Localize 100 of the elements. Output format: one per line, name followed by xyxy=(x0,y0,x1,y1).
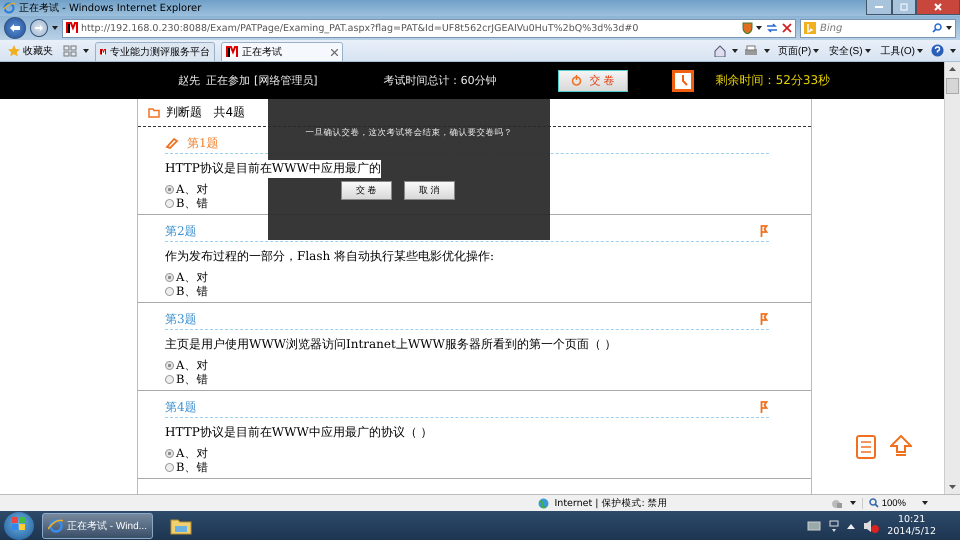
caret-icon xyxy=(83,48,89,52)
back-button[interactable] xyxy=(4,17,26,39)
tab-grid-icon[interactable] xyxy=(63,44,77,56)
power-icon xyxy=(570,75,582,86)
minimize-button[interactable] xyxy=(866,0,892,15)
caret-icon xyxy=(52,26,58,30)
tray-expand-icon[interactable] xyxy=(847,522,856,528)
menu-button[interactable]: 页面(P) xyxy=(776,44,822,58)
browser-icon xyxy=(48,518,63,534)
radio-button[interactable] xyxy=(165,272,174,282)
home-icon[interactable] xyxy=(714,44,726,56)
caret-icon xyxy=(950,48,956,52)
browser-tab[interactable]: 正在考试 xyxy=(221,42,343,61)
radio-button[interactable] xyxy=(165,286,174,296)
radio-button[interactable] xyxy=(165,360,174,370)
radio-button[interactable] xyxy=(165,462,174,472)
answer-option[interactable]: A、对 xyxy=(165,182,208,196)
answer-option[interactable]: A、对 xyxy=(165,270,208,284)
radio-button[interactable] xyxy=(165,374,174,384)
restore-icon xyxy=(900,3,908,11)
flag-icon[interactable] xyxy=(760,401,769,413)
answer-option[interactable]: A、对 xyxy=(165,358,208,372)
question-number: 第1题 xyxy=(187,134,219,152)
radio-button[interactable] xyxy=(165,198,174,208)
question-number: 第2题 xyxy=(165,222,197,240)
star-icon xyxy=(8,44,20,56)
back-arrow-icon xyxy=(10,24,20,32)
taskbar-window-button[interactable]: 正在考试 - Wind... xyxy=(42,512,153,538)
caret-icon xyxy=(764,48,770,52)
caret-icon xyxy=(732,48,738,52)
flag-icon[interactable] xyxy=(760,225,769,237)
network-icon[interactable] xyxy=(829,520,840,532)
answer-option[interactable]: B、错 xyxy=(165,196,208,210)
printer-icon[interactable] xyxy=(744,44,758,56)
clock: 10:21 2014/5/12 xyxy=(887,514,936,538)
close-tab-icon[interactable] xyxy=(331,48,338,56)
zoom-button[interactable]: 100% xyxy=(862,498,934,508)
total-time: 考试时间总计：60分钟 xyxy=(384,73,497,88)
bing-logo-icon xyxy=(804,22,816,34)
shield-icon xyxy=(742,22,753,34)
favorites-button[interactable]: 收藏夹 xyxy=(4,44,57,58)
remaining-time: 剩余时间：52分33秒 xyxy=(716,72,830,89)
maximize-button[interactable] xyxy=(892,0,916,15)
document-icon[interactable] xyxy=(856,435,876,459)
radio-button[interactable] xyxy=(165,184,174,194)
forward-arrow-icon xyxy=(35,25,43,31)
windows-logo-icon xyxy=(12,517,26,531)
site-logo-icon xyxy=(100,46,106,58)
dialog-button[interactable]: 取 消 xyxy=(404,181,455,200)
tag-icon xyxy=(165,137,179,149)
menu-button[interactable]: 工具(O) xyxy=(878,44,925,58)
question-number: 第3题 xyxy=(165,310,197,328)
caret-icon xyxy=(922,501,928,505)
up-arrow-icon[interactable] xyxy=(890,435,912,459)
window-title: 正在考试 - Windows Internet Explorer xyxy=(19,2,202,15)
answer-option[interactable]: B、错 xyxy=(165,284,208,298)
answer-option[interactable]: B、错 xyxy=(165,372,208,386)
flag-icon[interactable] xyxy=(760,313,769,325)
start-button[interactable] xyxy=(4,512,34,540)
caret-icon xyxy=(756,26,762,30)
browser-icon xyxy=(3,2,15,14)
scroll-thumb[interactable] xyxy=(946,78,959,94)
menu-button[interactable]: 安全(S) xyxy=(827,44,873,58)
clock-icon xyxy=(672,70,694,92)
candidate-name: 赵先 xyxy=(178,73,200,88)
address-field[interactable]: http://192.168.0.230:8088/Exam/PATPage/Examing_PAT.aspx?flag=PAT&Id=UF8t562crJGEAIVu0HuT%2bQ%3d%3d#0 xyxy=(62,18,796,38)
answer-option[interactable]: A、对 xyxy=(165,446,208,460)
dialog-button[interactable]: 交 卷 xyxy=(341,181,392,200)
folder-icon xyxy=(148,108,160,118)
dialog-message: 一旦确认交卷，这次考试将会结束，确认要交卷吗？ xyxy=(306,127,512,139)
question-text: HTTP协议是目前在WWW中应用最广的 xyxy=(165,160,381,178)
question-number: 第4题 xyxy=(165,398,197,416)
keyboard-icon[interactable] xyxy=(807,520,822,530)
exam-name: [网络管理员] xyxy=(254,73,318,88)
answer-option[interactable]: B、错 xyxy=(165,460,208,474)
radio-button[interactable] xyxy=(165,448,174,458)
browser-tab[interactable]: 专业能力测评服务平台 xyxy=(95,42,215,61)
site-logo-icon xyxy=(226,46,238,58)
minimize-icon xyxy=(875,6,883,8)
close-icon xyxy=(934,3,942,11)
caret-icon xyxy=(946,26,952,30)
section-title: 判断题 共4题 xyxy=(166,104,246,121)
globe-icon xyxy=(538,498,548,508)
help-icon[interactable] xyxy=(931,44,944,57)
exam-status: 正在参加 xyxy=(206,73,250,88)
caret-icon xyxy=(864,48,871,52)
folder-icon xyxy=(170,516,192,534)
close-button[interactable] xyxy=(916,0,960,15)
search-icon[interactable] xyxy=(932,23,942,33)
refresh-icon[interactable] xyxy=(765,22,779,34)
caret-icon xyxy=(850,501,856,505)
search-field[interactable]: Bing xyxy=(800,18,956,38)
site-logo-icon xyxy=(66,22,78,34)
caret-icon xyxy=(813,48,820,52)
forward-button[interactable] xyxy=(30,19,48,37)
security-zone: Internet | 保护模式: 禁用 xyxy=(554,496,668,510)
caret-icon xyxy=(917,48,923,52)
muted-speaker-icon[interactable] xyxy=(863,518,880,532)
magnifier-icon xyxy=(868,498,879,508)
stop-icon[interactable] xyxy=(782,23,792,33)
